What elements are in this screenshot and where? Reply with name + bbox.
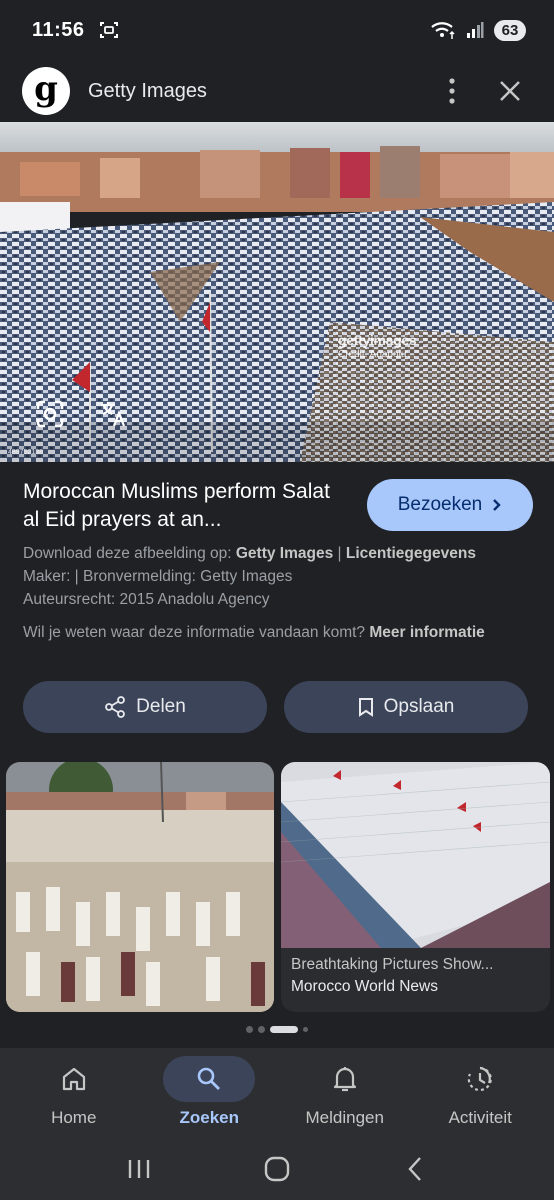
save-label: Opslaan (383, 696, 455, 717)
nav-home[interactable]: Home (9, 1048, 139, 1138)
watermark-brand: gettyimages (338, 332, 417, 348)
source-header: g Getty Images (0, 60, 554, 122)
related-title: Breathtaking Pictures Show... (291, 956, 494, 973)
more-info-link[interactable]: Meer informatie (369, 624, 484, 641)
image-id: 489752138 (8, 449, 44, 456)
share-label: Delen (136, 696, 186, 717)
nav-label: Zoeken (179, 1108, 240, 1127)
getty-watermark: gettyimages Credit: Anadolu (338, 332, 417, 360)
recent-apps-icon (128, 1160, 150, 1178)
carousel-dot[interactable] (258, 1026, 265, 1033)
save-button[interactable]: Opslaan (284, 681, 528, 733)
wifi-icon (431, 22, 455, 39)
related-images: Breathtaking Pictures Show... Morocco Wo… (6, 762, 550, 1014)
bottom-navigation: Home Zoeken Meldingen Activiteit (0, 1048, 554, 1138)
image-metadata: Download deze afbeelding op: Getty Image… (23, 542, 533, 611)
share-button[interactable]: Delen (23, 681, 267, 733)
nav-notifications[interactable]: Meldingen (280, 1048, 410, 1138)
visit-button[interactable]: Bezoeken (367, 479, 533, 531)
action-buttons: Delen Opslaan (23, 681, 528, 733)
nav-label: Meldingen (305, 1108, 384, 1127)
copyright-line: Auteursrecht: 2015 Anadolu Agency (23, 591, 270, 608)
screenshot-icon (99, 22, 118, 38)
license-link[interactable]: Licentiegegevens (346, 545, 476, 562)
download-source-link[interactable]: Getty Images (236, 545, 333, 562)
home-button[interactable] (247, 1147, 307, 1191)
related-photo-2 (281, 762, 550, 948)
carousel-dots (0, 1026, 554, 1033)
info-question: Wil je weten waar deze informatie vandaa… (23, 621, 533, 644)
recent-apps-button[interactable] (109, 1147, 169, 1191)
related-caption: Breathtaking Pictures Show... Morocco Wo… (291, 956, 541, 996)
maker-line: Maker: | Bronvermelding: Getty Images (23, 568, 293, 585)
back-button[interactable] (385, 1147, 445, 1191)
nav-activity[interactable]: Activiteit (415, 1048, 545, 1138)
nav-label: Activiteit (448, 1108, 512, 1127)
nav-label: Home (51, 1108, 97, 1127)
related-card[interactable] (6, 762, 274, 1012)
more-options-button[interactable] (430, 69, 474, 113)
signal-icon (467, 22, 484, 38)
carousel-dot[interactable] (303, 1027, 308, 1032)
result-title[interactable]: Moroccan Muslims perform Salat al Eid pr… (23, 478, 343, 534)
watermark-credit: Credit: Anadolu (338, 349, 407, 360)
share-icon (105, 696, 126, 718)
home-icon (62, 1067, 85, 1091)
result-info: Moroccan Muslims perform Salat al Eid pr… (23, 478, 533, 644)
question-text: Wil je weten waar deze informatie vandaa… (23, 624, 370, 641)
meta-separator: | (333, 545, 346, 562)
carousel-dot-active[interactable] (270, 1026, 298, 1033)
close-icon (500, 81, 520, 101)
prayer-crowd-photo (0, 122, 554, 462)
search-icon (197, 1067, 221, 1090)
system-navigation (0, 1138, 554, 1200)
bookmark-icon (358, 698, 373, 717)
lens-button[interactable] (30, 394, 70, 434)
home-circle-icon (264, 1156, 290, 1182)
source-title: Getty Images (88, 79, 207, 102)
chevron-right-icon (493, 499, 501, 511)
carousel-dot[interactable] (246, 1026, 253, 1033)
activity-icon (467, 1066, 493, 1092)
nav-search[interactable]: Zoeken (144, 1048, 274, 1138)
download-line: Download deze afbeelding op: Getty Image… (23, 542, 533, 565)
back-icon (408, 1157, 421, 1181)
lens-icon (36, 400, 64, 428)
clock: 11:56 (32, 18, 85, 41)
translate-button[interactable] (94, 394, 134, 434)
logo-letter: g (34, 69, 58, 109)
battery-indicator: 63 (494, 19, 526, 41)
bell-icon (333, 1067, 356, 1092)
download-prefix: Download deze afbeelding op: (23, 545, 236, 562)
close-button[interactable] (488, 69, 532, 113)
related-source: Morocco World News (291, 978, 439, 995)
main-image[interactable]: gettyimages Credit: Anadolu 489752138 (0, 122, 554, 462)
getty-logo: g (22, 67, 70, 115)
related-card[interactable]: Breathtaking Pictures Show... Morocco Wo… (281, 762, 550, 1012)
more-vert-icon (449, 78, 455, 104)
status-bar: 11:56 63 (0, 0, 554, 60)
related-photo-1 (6, 762, 274, 1012)
visit-label: Bezoeken (397, 494, 483, 515)
translate-icon (101, 402, 126, 427)
